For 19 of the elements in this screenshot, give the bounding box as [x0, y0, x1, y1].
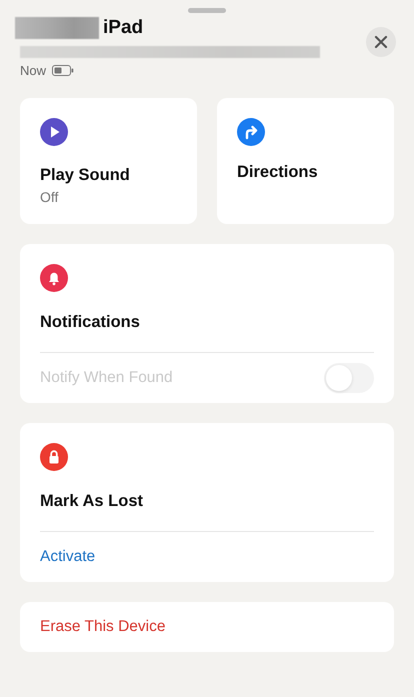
close-button[interactable]: [366, 27, 396, 57]
lock-icon: [40, 443, 68, 471]
action-status: Off: [40, 189, 60, 205]
action-label: Directions: [237, 163, 319, 182]
battery-icon: [52, 65, 74, 76]
activate-link[interactable]: Activate: [40, 548, 96, 566]
bell-icon: [40, 264, 68, 292]
directions-icon: [237, 118, 265, 146]
section-title: Mark As Lost: [40, 492, 144, 511]
device-title: iPad: [103, 17, 144, 39]
updated-time: Now: [20, 63, 46, 78]
section-title: Notifications: [40, 313, 141, 332]
action-card[interactable]: Directions: [217, 98, 394, 224]
action-card[interactable]: Play Sound Off: [20, 98, 197, 224]
close-icon: [374, 35, 388, 49]
action-label: Play Sound: [40, 166, 131, 185]
erase-button[interactable]: Erase This Device: [20, 602, 394, 652]
sheet-grabber[interactable]: [188, 8, 226, 13]
play-icon: [40, 118, 68, 146]
